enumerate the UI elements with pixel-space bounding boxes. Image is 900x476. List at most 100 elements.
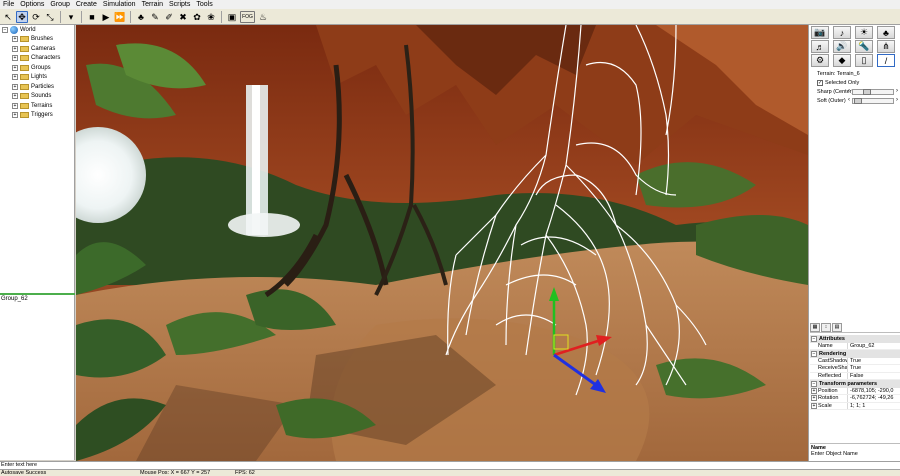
sort-az-icon[interactable]: ↕ <box>821 323 831 332</box>
property-pages-icon[interactable]: ▤ <box>832 323 842 332</box>
checkmark-icon[interactable]: ✓ <box>817 79 823 86</box>
fog-icon[interactable]: FOG <box>240 10 255 23</box>
expand-icon[interactable]: + <box>811 395 817 401</box>
paint-icon[interactable]: ✎ <box>149 11 161 23</box>
command-input[interactable]: Enter text here <box>0 461 900 469</box>
grass-icon[interactable]: ⋔ <box>877 40 895 53</box>
tree-item-label: Groups <box>31 64 51 71</box>
expand-icon[interactable]: + <box>12 55 18 62</box>
eraser-icon[interactable]: ✖ <box>177 11 189 23</box>
tree-icon[interactable]: ♣ <box>877 26 895 39</box>
guitar-icon[interactable]: ♬ <box>811 40 829 53</box>
tree-root-world[interactable]: − World <box>0 25 74 35</box>
expand-icon[interactable]: + <box>12 64 18 71</box>
slider-right-icon[interactable]: › <box>896 88 898 94</box>
scale-icon[interactable]: ⤡ <box>44 11 56 23</box>
slider-left-icon[interactable]: ‹ <box>848 97 850 103</box>
expand-icon[interactable]: + <box>12 83 18 90</box>
tree-item-triggers[interactable]: + Triggers <box>0 111 74 121</box>
property-row[interactable]: Reflected False <box>810 372 900 380</box>
property-value[interactable]: Group_62 <box>847 342 900 349</box>
property-value[interactable]: -6,762724; -49,26 <box>847 395 900 402</box>
collapse-icon[interactable]: − <box>811 380 817 387</box>
expand-icon[interactable]: + <box>12 102 18 109</box>
expand-icon[interactable]: + <box>811 387 817 394</box>
expand-icon[interactable]: + <box>12 112 18 119</box>
tree-item-characters[interactable]: + Characters <box>0 54 74 64</box>
fast-forward-icon[interactable]: ⏩ <box>114 11 126 23</box>
tree-item-sounds[interactable]: + Sounds <box>0 92 74 102</box>
plant-icon[interactable]: ❀ <box>205 11 217 23</box>
property-value[interactable]: -6878,105; -290,0 <box>847 387 900 394</box>
expand-icon[interactable]: + <box>811 402 817 409</box>
soft-slider[interactable]: ‹ › <box>848 97 898 104</box>
tree-item-brushes[interactable]: + Brushes <box>0 35 74 45</box>
add-tree-icon[interactable]: ♣ <box>135 11 147 23</box>
grass-icon[interactable]: ✿ <box>191 11 203 23</box>
property-category[interactable]: − Rendering <box>810 350 900 358</box>
property-value[interactable]: False <box>847 372 900 379</box>
tree-item-lights[interactable]: + Lights <box>0 73 74 83</box>
play-icon[interactable]: ▶ <box>100 11 112 23</box>
categorized-icon[interactable]: ▦ <box>810 323 820 332</box>
tree-item-terrains[interactable]: + Terrains <box>0 101 74 111</box>
mode-dropdown[interactable]: ▾ <box>65 11 77 23</box>
menu-file[interactable]: File <box>0 0 17 9</box>
edit-icon[interactable]: ✐ <box>163 11 175 23</box>
expand-icon[interactable]: + <box>12 45 18 52</box>
property-row[interactable]: + Scale 1; 1; 1 <box>810 402 900 410</box>
expand-icon[interactable]: + <box>12 93 18 100</box>
collapse-icon[interactable]: − <box>2 26 8 33</box>
property-category[interactable]: − Transform parameters <box>810 380 900 388</box>
sharp-slider[interactable]: ‹ › <box>848 88 898 95</box>
menu-tools[interactable]: Tools <box>193 0 215 9</box>
selected-only-label: Selected Only <box>825 79 860 86</box>
fire-icon[interactable]: ♨ <box>257 11 269 23</box>
tree-item-cameras[interactable]: + Cameras <box>0 44 74 54</box>
property-row[interactable]: CastShadow True <box>810 357 900 365</box>
expand-icon[interactable]: + <box>12 74 18 81</box>
slider-thumb[interactable] <box>862 88 871 95</box>
property-row[interactable]: Name Group_62 <box>810 342 900 350</box>
collapse-icon[interactable]: − <box>811 350 817 357</box>
scene-render[interactable] <box>76 25 808 461</box>
slider-thumb[interactable] <box>854 97 863 104</box>
property-category[interactable]: − Attributes <box>810 335 900 343</box>
folder-icon <box>20 74 29 81</box>
3d-viewport[interactable] <box>76 25 808 461</box>
terrain-icon[interactable]: ◆ <box>833 54 851 67</box>
camera-icon[interactable]: 📷 <box>811 26 829 39</box>
menu-scripts[interactable]: Scripts <box>166 0 193 9</box>
speaker-icon[interactable]: 🔊 <box>833 40 851 53</box>
tree-item-particles[interactable]: + Particles <box>0 82 74 92</box>
property-row[interactable]: + Rotation -6,762724; -49,26 <box>810 395 900 403</box>
stop-icon[interactable]: ■ <box>86 11 98 23</box>
tree-item-groups[interactable]: + Groups <box>0 63 74 73</box>
music-icon[interactable]: ♪ <box>833 26 851 39</box>
menu-create[interactable]: Create <box>73 0 100 9</box>
phone-icon[interactable]: ▯ <box>855 54 873 67</box>
flashlight-icon[interactable]: 🔦 <box>855 40 873 53</box>
sun-icon[interactable]: ☀ <box>855 26 873 39</box>
collapse-icon[interactable]: − <box>811 335 817 342</box>
select-arrow-icon[interactable]: ↖ <box>2 11 14 23</box>
slider-right-icon[interactable]: › <box>896 97 898 103</box>
property-value[interactable]: True <box>847 365 900 372</box>
menu-terrain[interactable]: Terrain <box>139 0 166 9</box>
menu-group[interactable]: Group <box>47 0 72 9</box>
property-key: CastShadow <box>818 357 847 364</box>
brush-icon[interactable]: / <box>877 54 895 67</box>
property-value[interactable]: 1; 1; 1 <box>847 402 900 409</box>
window-icon[interactable]: ▣ <box>226 11 238 23</box>
menu-options[interactable]: Options <box>17 0 47 9</box>
slider-left-icon[interactable]: ‹ <box>848 88 850 94</box>
property-value[interactable]: True <box>847 357 900 364</box>
property-row[interactable]: + Position -6878,105; -290,0 <box>810 387 900 395</box>
gear-icon[interactable]: ⚙ <box>811 54 829 67</box>
menu-simulation[interactable]: Simulation <box>100 0 139 9</box>
move-icon[interactable]: ✥ <box>16 10 28 23</box>
property-row[interactable]: ReceiveShadoTrue <box>810 365 900 373</box>
selected-only-checkbox[interactable]: ✓ Selected Only <box>811 78 899 87</box>
expand-icon[interactable]: + <box>12 36 18 43</box>
rotate-icon[interactable]: ⟳ <box>30 11 42 23</box>
